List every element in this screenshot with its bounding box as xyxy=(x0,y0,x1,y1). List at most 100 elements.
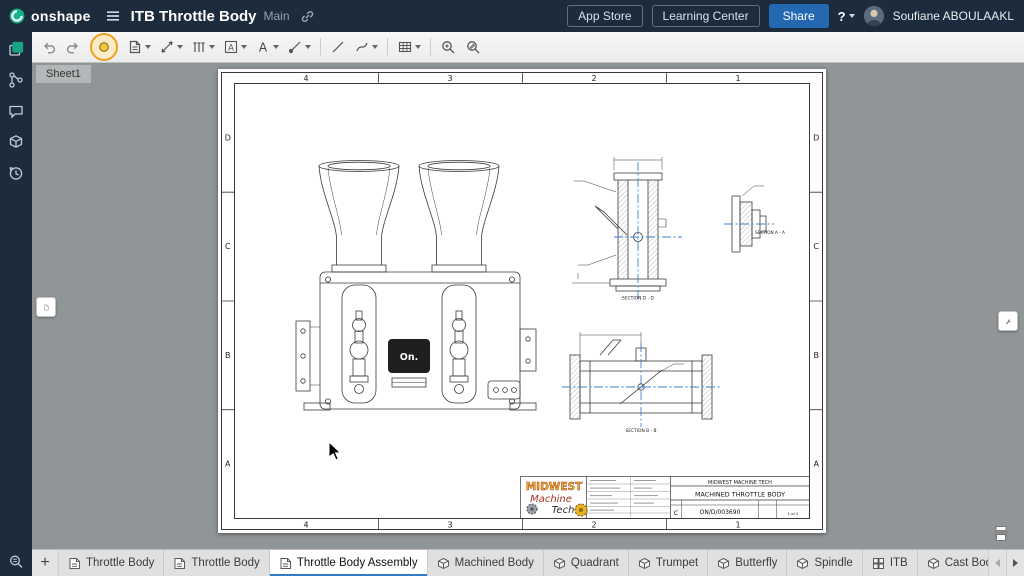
help-menu[interactable]: ? xyxy=(838,9,855,24)
versions-icon[interactable] xyxy=(6,70,26,90)
drawing-icon xyxy=(68,557,81,570)
undo-icon xyxy=(41,39,57,55)
doc-tab[interactable]: Spindle xyxy=(787,550,862,576)
vendor-logo-word3: Tech xyxy=(552,505,575,516)
svg-text:D: D xyxy=(225,134,231,143)
hamburger-menu-icon[interactable] xyxy=(105,8,121,24)
vendor-logo-word1: MIDWEST xyxy=(526,481,583,493)
add-tab-button[interactable]: + xyxy=(32,550,59,576)
leader-button[interactable] xyxy=(284,35,314,59)
tab-label: Trumpet xyxy=(656,557,698,569)
user-name[interactable]: Soufiane ABOULAAKL xyxy=(893,9,1014,23)
svg-text:2: 2 xyxy=(591,74,596,83)
circle-tool-icon xyxy=(98,41,110,53)
doc-tab-active[interactable]: Throttle Body Assembly xyxy=(270,550,428,576)
chevron-down-icon xyxy=(177,45,183,49)
part-studio-icon xyxy=(927,557,940,570)
doc-tab[interactable]: ITB xyxy=(863,550,918,576)
zoom-selection-button[interactable] xyxy=(462,35,485,59)
text-style-button[interactable]: A xyxy=(252,35,282,59)
left-rail xyxy=(0,32,32,576)
learning-center-button[interactable]: Learning Center xyxy=(652,5,760,27)
tab-label: Machined Body xyxy=(455,557,534,569)
svg-text:1: 1 xyxy=(735,74,740,83)
svg-text:SECTION B - B: SECTION B - B xyxy=(625,428,656,434)
dimension-icon xyxy=(159,39,175,55)
svg-text:4: 4 xyxy=(303,521,308,530)
svg-text:B: B xyxy=(225,351,231,360)
body-badge-text: On. xyxy=(400,352,418,363)
sheets-panel-icon[interactable] xyxy=(6,39,26,59)
active-tool-highlight-button[interactable] xyxy=(90,33,118,61)
doc-tab[interactable]: Machined Body xyxy=(428,550,544,576)
drawing-icon xyxy=(279,557,292,570)
line-button[interactable] xyxy=(327,35,349,59)
chevron-down-icon xyxy=(273,45,279,49)
part-studio-icon xyxy=(796,557,809,570)
svg-text:A: A xyxy=(228,43,234,53)
part-studio-icon xyxy=(638,557,651,570)
zoom-selection-icon xyxy=(465,39,482,56)
note-button[interactable]: A xyxy=(220,35,250,59)
print-icon[interactable] xyxy=(992,525,1010,542)
scroll-tabs-right-button[interactable] xyxy=(1006,550,1024,576)
part-studio-icon xyxy=(553,557,566,570)
part-title: MACHINED THROTTLE BODY xyxy=(695,491,785,499)
chevron-down-icon xyxy=(145,45,151,49)
doc-tab[interactable]: Throttle Body xyxy=(164,550,269,576)
section-a-a xyxy=(732,186,766,252)
spline-icon xyxy=(354,39,370,55)
table-button[interactable] xyxy=(394,35,424,59)
ordinate-dimension-button[interactable] xyxy=(188,35,218,59)
toolbar-separator xyxy=(320,38,321,56)
doc-tab[interactable]: Trumpet xyxy=(629,550,708,576)
svg-text:D: D xyxy=(813,134,819,143)
doc-tab[interactable]: Cast Body xyxy=(918,550,988,576)
drawing-sheet[interactable]: 4 3 2 1 4 3 2 1 D C B A D xyxy=(218,69,826,533)
tab-label: Quadrant xyxy=(571,557,619,569)
tab-label: Throttle Body xyxy=(86,557,154,569)
parts-icon[interactable] xyxy=(6,132,26,152)
text-icon: A xyxy=(255,39,271,55)
workspace-label[interactable]: Main xyxy=(264,9,290,23)
tab-label: Cast Body xyxy=(945,557,988,569)
zoom-in-button[interactable] xyxy=(437,35,460,59)
chevron-right-icon xyxy=(1013,559,1018,567)
scroll-tabs-left-button[interactable] xyxy=(988,550,1006,576)
onshape-logo[interactable]: onshape xyxy=(8,7,91,25)
insert-view-button[interactable] xyxy=(124,35,154,59)
share-button[interactable]: Share xyxy=(769,4,829,28)
svg-text:3: 3 xyxy=(447,521,452,530)
chevron-left-icon xyxy=(995,559,1000,567)
tab-label: ITB xyxy=(890,557,908,569)
app-store-button[interactable]: App Store xyxy=(567,5,642,27)
tab-label: Butterfly xyxy=(735,557,777,569)
spline-button[interactable] xyxy=(351,35,381,59)
wrench-button[interactable] xyxy=(998,311,1018,331)
link-icon[interactable] xyxy=(300,9,315,24)
doc-tab[interactable]: Quadrant xyxy=(544,550,629,576)
comments-icon[interactable] xyxy=(6,101,26,121)
doc-tab[interactable]: Throttle Body xyxy=(59,550,164,576)
dimension-button[interactable] xyxy=(156,35,186,59)
history-icon[interactable] xyxy=(6,163,26,183)
svg-text:C: C xyxy=(813,242,819,251)
avatar[interactable] xyxy=(864,6,884,26)
drawing-canvas[interactable]: Sheet1 xyxy=(32,63,1024,549)
part-studio-icon xyxy=(717,557,730,570)
search-tabs-icon[interactable] xyxy=(6,552,26,572)
redo-button[interactable] xyxy=(62,35,84,59)
sheet-panel-button[interactable] xyxy=(36,297,56,317)
doc-tab[interactable]: Butterfly xyxy=(708,550,787,576)
drawing-icon xyxy=(173,557,186,570)
sheet-tab[interactable]: Sheet1 xyxy=(36,65,91,83)
sheet-size: C xyxy=(674,509,679,517)
line-icon xyxy=(330,39,346,55)
undo-button[interactable] xyxy=(38,35,60,59)
svg-text:B: B xyxy=(813,351,819,360)
chevron-down-icon xyxy=(415,45,421,49)
company-name: MIDWEST MACHINE TECH xyxy=(708,480,772,486)
zone-labels: 4 3 2 1 4 3 2 1 D C B A D xyxy=(225,74,820,530)
page-icon xyxy=(43,300,49,315)
tabs-strip: Throttle Body Throttle Body Throttle Bod… xyxy=(59,550,988,576)
